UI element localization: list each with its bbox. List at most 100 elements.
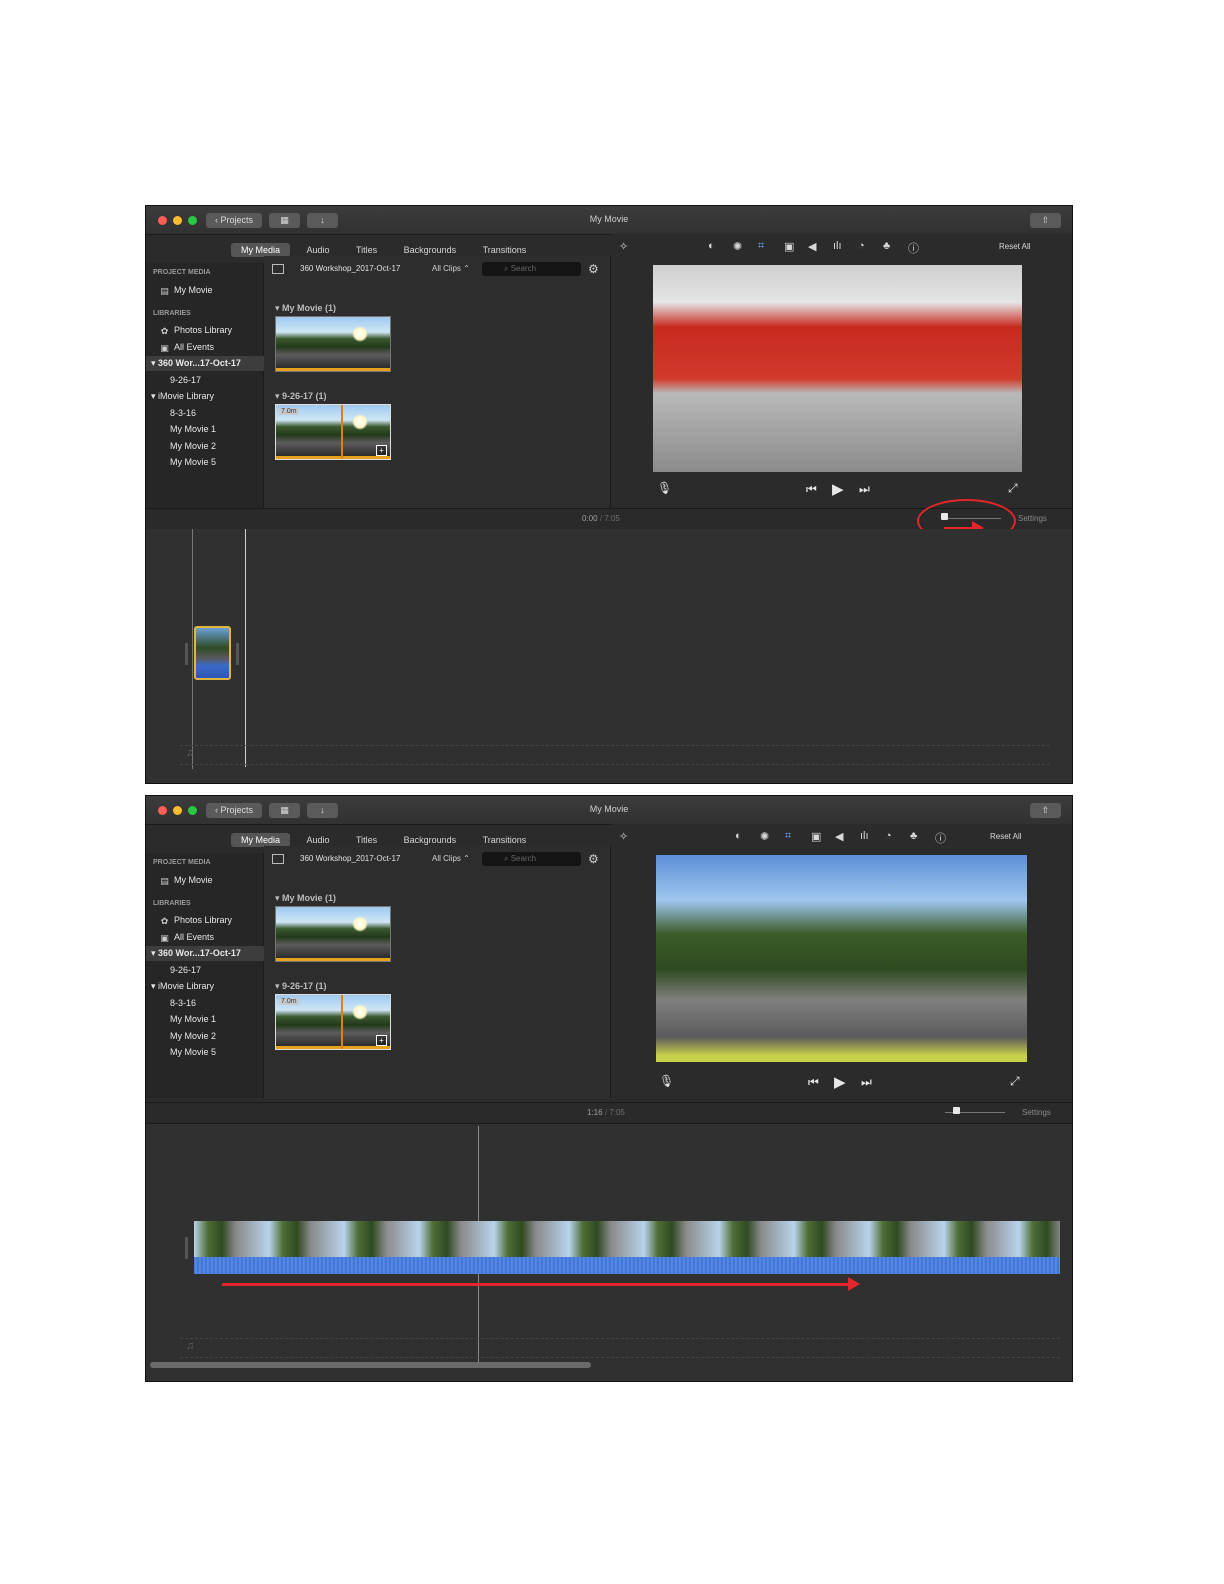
skip-forward-icon[interactable]: ⏭ bbox=[861, 1075, 872, 1090]
reset-all-button[interactable]: Reset All bbox=[999, 242, 1031, 251]
share-button[interactable]: ⇧ bbox=[1030, 803, 1061, 818]
noise-reduction-icon[interactable]: ılı bbox=[860, 830, 869, 842]
color-correction-icon[interactable]: ✺ bbox=[760, 830, 769, 843]
skip-back-icon[interactable]: ⏮ bbox=[806, 482, 817, 497]
color-balance-icon[interactable]: ◐ bbox=[708, 240, 715, 252]
add-clip-icon[interactable]: + bbox=[376, 445, 387, 456]
tab-titles[interactable]: Titles bbox=[346, 833, 387, 847]
event-title-9-26-17[interactable]: ▾ 9-26-17 (1) bbox=[275, 391, 327, 402]
search-input[interactable]: ⌕ Search bbox=[482, 262, 581, 276]
clip-filter-icon[interactable]: ♣ bbox=[883, 240, 890, 252]
playhead[interactable] bbox=[245, 529, 246, 767]
library-name: 360 Workshop_2017-Oct-17 bbox=[300, 854, 401, 863]
play-icon[interactable]: ▶ bbox=[834, 1073, 846, 1091]
clip-trim-handle[interactable] bbox=[236, 643, 239, 665]
skip-forward-icon[interactable]: ⏭ bbox=[859, 482, 870, 497]
tab-titles[interactable]: Titles bbox=[346, 243, 387, 257]
tab-transitions[interactable]: Transitions bbox=[473, 243, 537, 257]
play-icon[interactable]: ▶ bbox=[832, 480, 844, 498]
tab-audio[interactable]: Audio bbox=[296, 243, 339, 257]
clip-filter-icon[interactable]: ♣ bbox=[910, 830, 917, 842]
tab-my-media[interactable]: My Media bbox=[231, 833, 291, 847]
media-clip-thumbnail[interactable] bbox=[275, 906, 391, 962]
event-title-my-movie[interactable]: ▾ My Movie (1) bbox=[275, 303, 336, 314]
noise-reduction-icon[interactable]: ılı bbox=[833, 240, 842, 252]
project-media-header: PROJECT MEDIA bbox=[153, 859, 211, 866]
settings-button[interactable]: Settings bbox=[1022, 1108, 1051, 1117]
sidebar-item-photos-library[interactable]: ✿ Photos Library bbox=[146, 913, 277, 928]
magic-wand-icon[interactable]: ✧ bbox=[619, 240, 628, 253]
title-bar: ‹ Projects ▦ ↓ My Movie ⇧ bbox=[146, 796, 1072, 825]
sidebar-item-all-events[interactable]: ▣ All Events bbox=[146, 340, 277, 355]
event-title-9-26-17[interactable]: ▾ 9-26-17 (1) bbox=[275, 981, 327, 992]
stabilization-icon[interactable]: ▣ bbox=[784, 240, 794, 253]
tab-backgrounds[interactable]: Backgrounds bbox=[394, 833, 467, 847]
stabilization-icon[interactable]: ▣ bbox=[811, 830, 821, 843]
disclosure-triangle-icon: ▾ bbox=[151, 391, 159, 401]
timeline-toolbar: 1:16 / 7:05 Settings bbox=[146, 1102, 1072, 1124]
tab-my-media[interactable]: My Media bbox=[231, 243, 291, 257]
volume-icon[interactable]: ◀ bbox=[835, 830, 843, 843]
search-input[interactable]: ⌕ Search bbox=[482, 852, 581, 866]
media-clip-thumbnail[interactable] bbox=[275, 316, 391, 372]
media-clip-thumbnail[interactable]: 7.0m + bbox=[275, 994, 391, 1050]
clip-trim-handle[interactable] bbox=[185, 1237, 188, 1259]
sidebar-item-all-events[interactable]: ▣ All Events bbox=[146, 930, 277, 945]
clip-filter-select[interactable]: All Clips ⌃ bbox=[432, 264, 470, 273]
sidebar-item-imovie-library[interactable]: ▾ iMovie Library bbox=[146, 979, 268, 994]
disclosure-triangle-icon: ▾ bbox=[275, 303, 283, 313]
reset-all-button[interactable]: Reset All bbox=[990, 832, 1022, 841]
clip-skimmer-line bbox=[341, 405, 343, 459]
info-icon[interactable]: ⓘ bbox=[935, 830, 946, 846]
disclosure-triangle-icon: ▾ bbox=[151, 358, 159, 368]
zoom-slider-knob[interactable] bbox=[953, 1107, 960, 1114]
event-title-my-movie[interactable]: ▾ My Movie (1) bbox=[275, 893, 336, 904]
tab-backgrounds[interactable]: Backgrounds bbox=[394, 243, 467, 257]
speed-icon[interactable]: ◔ bbox=[858, 240, 865, 252]
sidebar-item-my-movie[interactable]: ▤ My Movie bbox=[146, 283, 277, 298]
skip-back-icon[interactable]: ⏮ bbox=[808, 1075, 819, 1090]
sidebar-toggle-icon[interactable] bbox=[272, 264, 284, 274]
gear-icon[interactable]: ⚙ bbox=[588, 262, 599, 276]
media-clip-thumbnail[interactable]: 7.0m + bbox=[275, 404, 391, 460]
clip-trim-handle[interactable] bbox=[185, 643, 188, 665]
microphone-icon[interactable]: 🎙 bbox=[657, 481, 672, 495]
background-music-well[interactable] bbox=[180, 1338, 1060, 1358]
speed-icon[interactable]: ◔ bbox=[885, 830, 892, 842]
viewer: ✧ ◐ ✺ ⌗ ▣ ◀ ılı ◔ ♣ ⓘ Reset All 🎙 ⏮ ▶ ⏭ … bbox=[611, 824, 1072, 1098]
add-clip-icon[interactable]: + bbox=[376, 1035, 387, 1046]
star-icon: ▣ bbox=[160, 343, 169, 353]
microphone-icon[interactable]: 🎙 bbox=[659, 1074, 674, 1088]
settings-button[interactable]: Settings bbox=[1018, 514, 1047, 523]
clip-frame-image bbox=[276, 317, 390, 371]
tab-transitions[interactable]: Transitions bbox=[473, 833, 537, 847]
sidebar-item-my-movie[interactable]: ▤ My Movie bbox=[146, 873, 277, 888]
crop-icon[interactable]: ⌗ bbox=[758, 240, 764, 253]
sidebar-item-360-workshop[interactable]: ▾ 360 Wor...17-Oct-17 bbox=[146, 946, 268, 961]
clip-filter-select[interactable]: All Clips ⌃ bbox=[432, 854, 470, 863]
color-correction-icon[interactable]: ✺ bbox=[733, 240, 742, 253]
magic-wand-icon[interactable]: ✧ bbox=[619, 830, 628, 843]
timeline-scrollbar[interactable] bbox=[150, 1362, 591, 1368]
crop-icon[interactable]: ⌗ bbox=[785, 830, 791, 843]
disclosure-triangle-icon: ▾ bbox=[275, 893, 283, 903]
clapperboard-icon: ▤ bbox=[160, 286, 169, 296]
gear-icon[interactable]: ⚙ bbox=[588, 852, 599, 866]
imovie-window-before: ‹ Projects ▦ ↓ My Movie ⇧ My Media Audio… bbox=[146, 206, 1072, 783]
timeline-clip-filmstrip[interactable] bbox=[194, 1221, 1060, 1257]
timeline-clip[interactable] bbox=[194, 626, 231, 680]
sidebar-toggle-icon[interactable] bbox=[272, 854, 284, 864]
media-browser: 360 Workshop_2017-Oct-17 All Clips ⌃ ⌕ S… bbox=[264, 846, 611, 1098]
share-button[interactable]: ⇧ bbox=[1030, 213, 1061, 228]
sidebar-item-imovie-library[interactable]: ▾ iMovie Library bbox=[146, 389, 268, 404]
sidebar-item-photos-library[interactable]: ✿ Photos Library bbox=[146, 323, 277, 338]
sidebar-item-360-workshop[interactable]: ▾ 360 Wor...17-Oct-17 bbox=[146, 356, 268, 371]
tab-audio[interactable]: Audio bbox=[296, 833, 339, 847]
info-icon[interactable]: ⓘ bbox=[908, 240, 919, 256]
libraries-sidebar: PROJECT MEDIA ▤ My Movie LIBRARIES ✿ Photo… bbox=[146, 263, 268, 508]
volume-icon[interactable]: ◀ bbox=[808, 240, 816, 253]
fullscreen-icon[interactable]: ⤢ bbox=[1010, 1074, 1020, 1089]
color-balance-icon[interactable]: ◐ bbox=[735, 830, 742, 842]
fullscreen-icon[interactable]: ⤢ bbox=[1008, 481, 1018, 496]
background-music-well[interactable] bbox=[180, 745, 1050, 765]
